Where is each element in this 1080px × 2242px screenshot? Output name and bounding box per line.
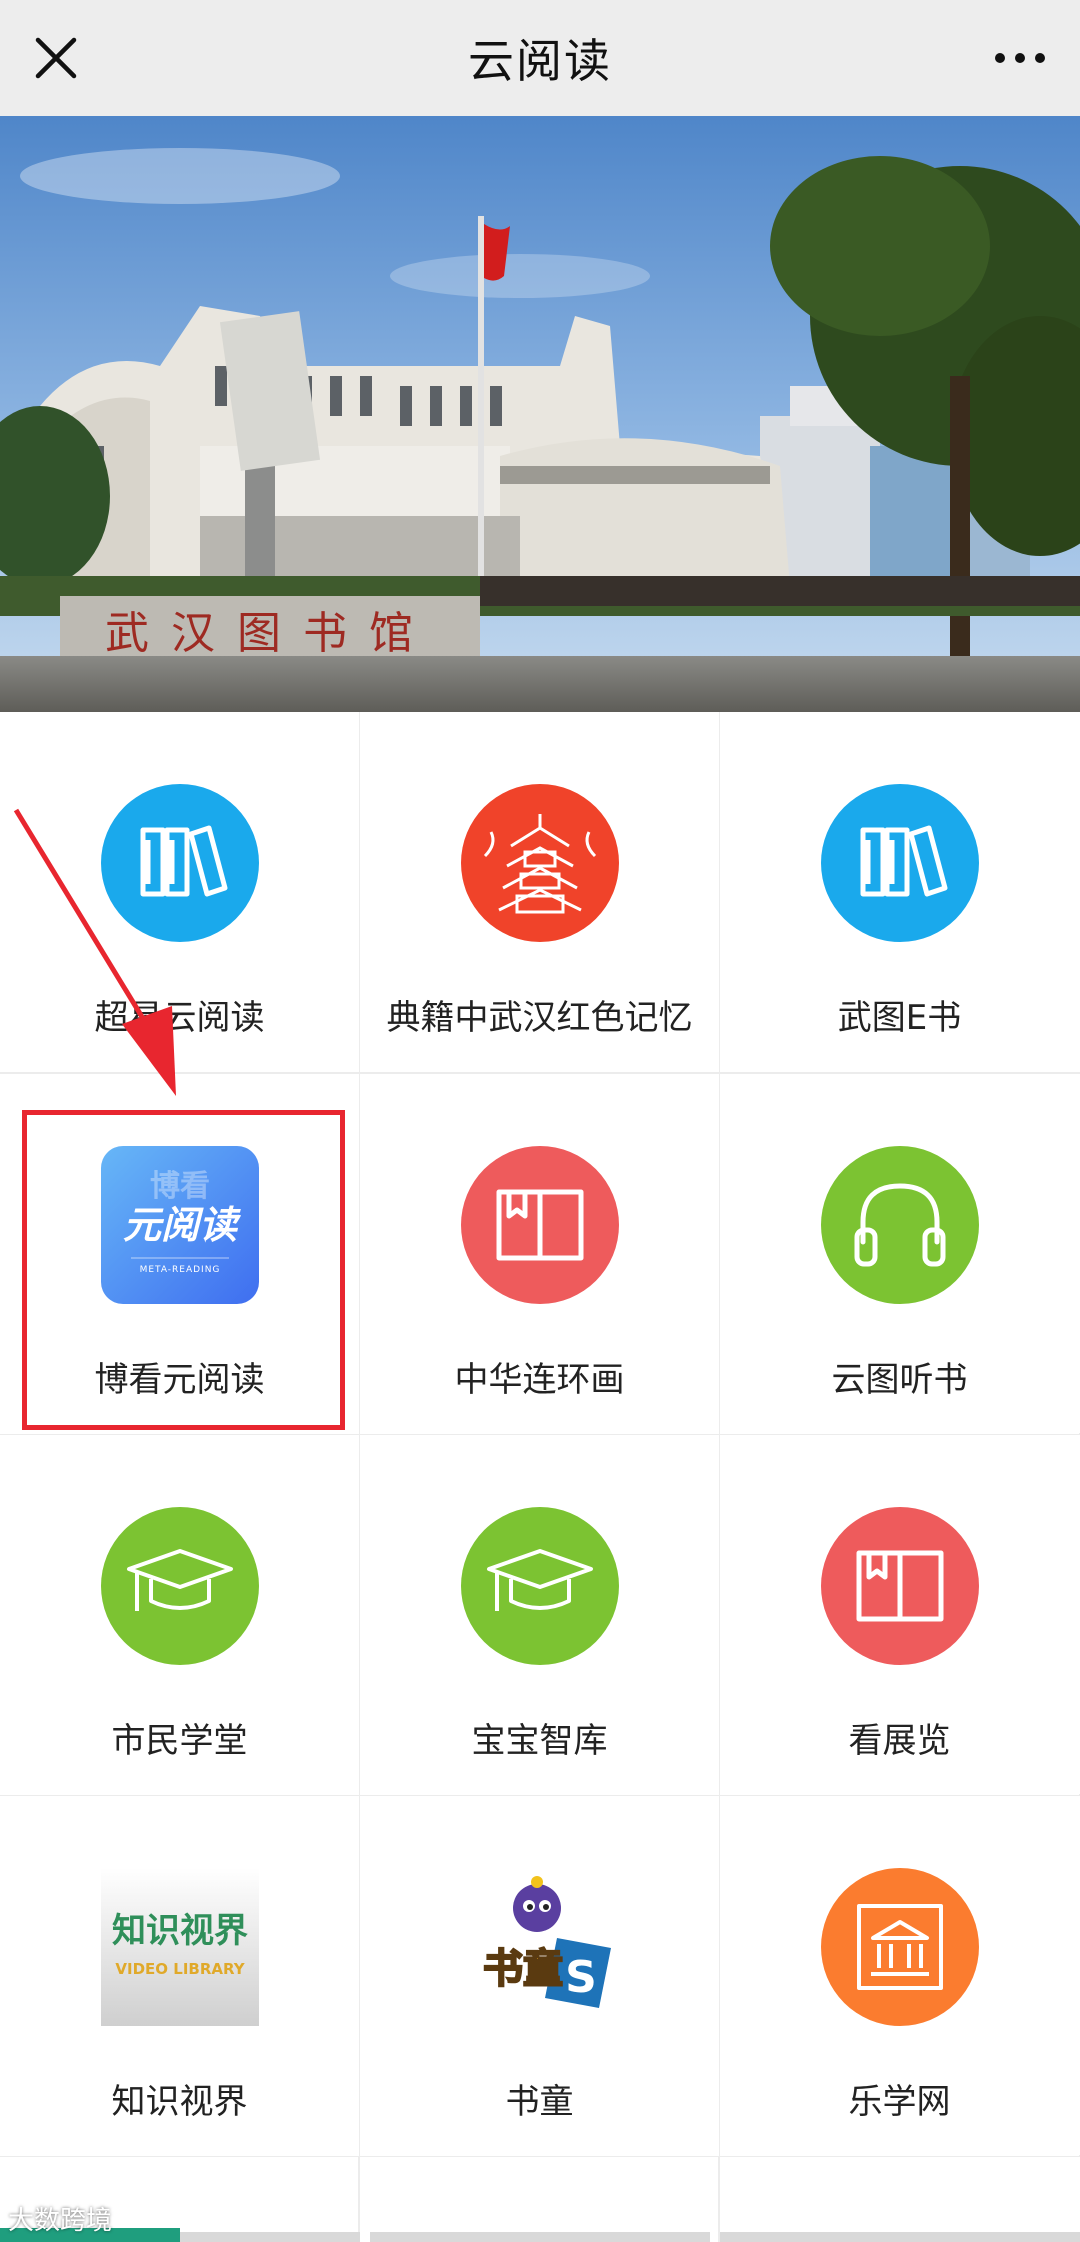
grid-item-label: 看展览	[848, 1721, 951, 1761]
open-book-icon	[820, 1507, 979, 1665]
shutong-logo-text: 书童	[483, 1946, 563, 1992]
annotation-arrow	[13, 808, 176, 1096]
grid-item-shutong[interactable]: S 书童 书童	[360, 1796, 719, 2156]
grid-item-cloud-audiobook[interactable]: 云图听书	[720, 1074, 1079, 1434]
grid-item-label: 武图E书	[837, 998, 962, 1038]
grid-item-exhibitions[interactable]: 看展览	[720, 1435, 1079, 1795]
more-button[interactable]	[984, 26, 1056, 90]
next-row-peek	[720, 2232, 1080, 2242]
grid-item-baby-library[interactable]: 宝宝智库	[360, 1435, 719, 1795]
open-book-icon	[460, 1146, 619, 1304]
shutong-cartoon-logo: S 书童	[460, 1868, 619, 2026]
knowledge-logo-subtext: VIDEO LIBRARY	[115, 1960, 245, 1978]
banner-sign-text: 武汉图书馆	[105, 608, 435, 659]
next-row-peek	[160, 2232, 360, 2242]
grid-item-label: 市民学堂	[111, 1721, 248, 1761]
knowledge-logo-text: 知识视界	[112, 1911, 248, 1951]
more-horizontal-icon	[995, 53, 1045, 63]
grid-item-citizen-school[interactable]: 市民学堂	[0, 1435, 359, 1795]
nav-bar: 云阅读	[0, 0, 1080, 116]
grid-item-label: 典籍中武汉红色记忆	[386, 998, 693, 1038]
graduation-cap-icon	[460, 1507, 619, 1665]
grid-item-wuhan-red-memory[interactable]: 典籍中武汉红色记忆	[360, 712, 719, 1072]
grid-item-label: 书童	[505, 2082, 574, 2122]
yellow-crane-tower-icon	[460, 784, 619, 942]
close-icon	[35, 37, 77, 79]
graduation-cap-icon	[100, 1507, 259, 1665]
grid-item-label: 宝宝智库	[471, 1721, 608, 1761]
grid-item-wutu-ebook[interactable]: 武图E书	[720, 712, 1079, 1072]
library-banner-image[interactable]: 武汉图书馆	[0, 116, 1080, 712]
svg-text:S: S	[565, 1952, 597, 2003]
headphones-icon	[820, 1146, 979, 1304]
page-title: 云阅读	[468, 34, 612, 88]
grid-item-chinese-comics[interactable]: 中华连环画	[360, 1074, 719, 1434]
highlight-box	[22, 1110, 345, 1430]
next-row-peek	[370, 2232, 710, 2242]
museum-icon	[820, 1868, 979, 2026]
grid-item-label: 云图听书	[831, 1360, 968, 1400]
grid-item-knowledge-vision[interactable]: 知识视界 VIDEO LIBRARY 知识视界	[0, 1796, 359, 2156]
grid-item-label: 乐学网	[848, 2082, 951, 2122]
close-button[interactable]	[24, 26, 88, 90]
grid-item-lexue-net[interactable]: 乐学网	[720, 1796, 1079, 2156]
bookshelf-icon	[820, 784, 979, 942]
grid-item-label: 知识视界	[111, 2082, 248, 2122]
knowledge-video-library-logo: 知识视界 VIDEO LIBRARY	[100, 1868, 259, 2026]
watermark: 大数跨境	[8, 2206, 113, 2236]
grid-item-label: 中华连环画	[454, 1360, 625, 1400]
